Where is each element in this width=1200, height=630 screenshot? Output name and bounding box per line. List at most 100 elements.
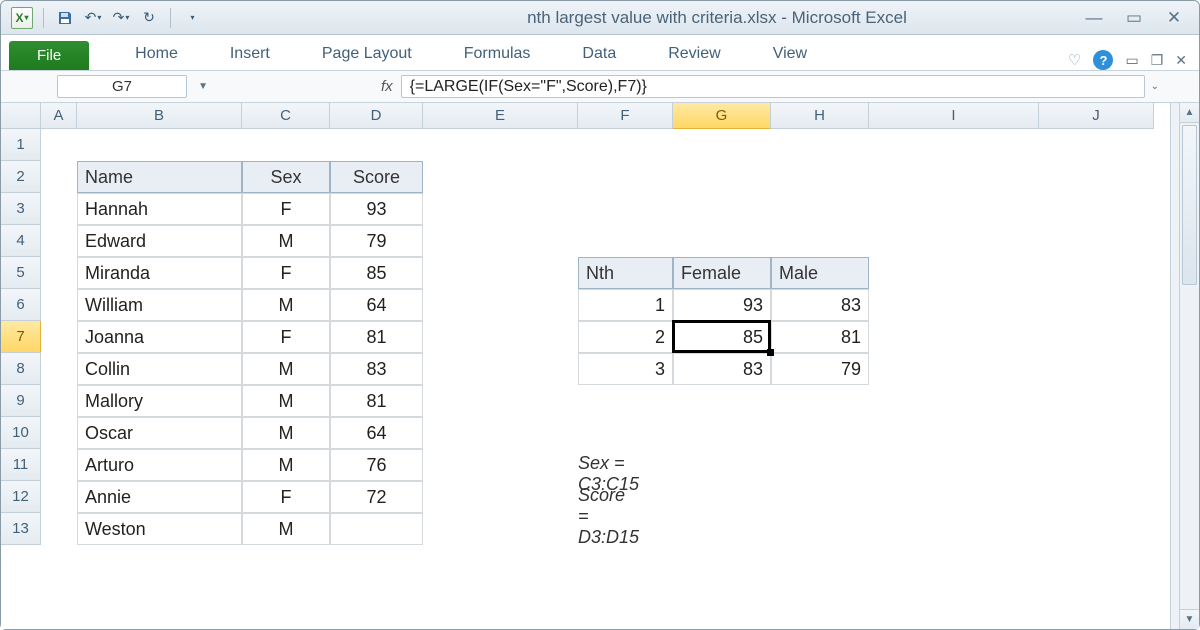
customize-ribbon-icon[interactable]: ♡ [1068,51,1081,69]
main-score-11[interactable]: 76 [330,449,423,481]
result-nth-7[interactable]: 2 [578,321,673,353]
main-header-name[interactable]: Name [77,161,242,193]
main-header-sex[interactable]: Sex [242,161,330,193]
main-name-11[interactable]: Arturo [77,449,242,481]
ribbon-minimize-button[interactable]: ▭ [1125,52,1138,69]
tab-home[interactable]: Home [109,38,204,70]
row-header-2[interactable]: 2 [1,161,41,193]
main-score-9[interactable]: 81 [330,385,423,417]
tab-formulas[interactable]: Formulas [438,38,557,70]
chevron-down-icon[interactable]: ▼ [198,81,208,92]
main-sex-4[interactable]: M [242,225,330,257]
file-tab[interactable]: File [9,41,89,70]
result-male-6[interactable]: 83 [771,289,869,321]
maximize-button[interactable]: ▭ [1123,8,1145,28]
row-header-9[interactable]: 9 [1,385,41,417]
row-header-6[interactable]: 6 [1,289,41,321]
main-name-3[interactable]: Hannah [77,193,242,225]
row-header-1[interactable]: 1 [1,129,41,161]
result-male-8[interactable]: 79 [771,353,869,385]
scroll-thumb[interactable] [1182,125,1197,285]
col-header-G[interactable]: G [673,103,771,129]
main-score-6[interactable]: 64 [330,289,423,321]
tab-pagelayout[interactable]: Page Layout [296,38,438,70]
result-female-8[interactable]: 83 [673,353,771,385]
row-header-13[interactable]: 13 [1,513,41,545]
main-name-7[interactable]: Joanna [77,321,242,353]
row-header-4[interactable]: 4 [1,225,41,257]
vertical-scrollbar[interactable]: ▲ ▼ [1179,103,1199,629]
main-sex-12[interactable]: F [242,481,330,513]
redo-button[interactable]: ↷▾ [110,7,132,29]
tab-data[interactable]: Data [556,38,642,70]
col-header-J[interactable]: J [1039,103,1154,129]
main-sex-8[interactable]: M [242,353,330,385]
main-score-10[interactable]: 64 [330,417,423,449]
name-box[interactable]: G7▼ [57,75,187,98]
workbook-restore-button[interactable]: ❐ [1151,52,1164,69]
result-female-7[interactable]: 85 [673,321,771,353]
main-score-7[interactable]: 81 [330,321,423,353]
help-button[interactable]: ? [1093,50,1113,70]
result-male-7[interactable]: 81 [771,321,869,353]
main-score-3[interactable]: 93 [330,193,423,225]
col-header-I[interactable]: I [869,103,1039,129]
main-name-9[interactable]: Mallory [77,385,242,417]
col-header-C[interactable]: C [242,103,330,129]
main-sex-5[interactable]: F [242,257,330,289]
result-nth-6[interactable]: 1 [578,289,673,321]
minimize-button[interactable]: — [1083,8,1105,28]
main-sex-3[interactable]: F [242,193,330,225]
main-name-8[interactable]: Collin [77,353,242,385]
save-button[interactable] [54,7,76,29]
scroll-up-button[interactable]: ▲ [1180,103,1199,123]
undo-button[interactable]: ↶▾ [82,7,104,29]
main-name-12[interactable]: Annie [77,481,242,513]
vertical-splitter[interactable] [1170,103,1179,629]
tab-view[interactable]: View [747,38,833,70]
repeat-button[interactable]: ↻ [138,7,160,29]
main-sex-10[interactable]: M [242,417,330,449]
result-header-male[interactable]: Male [771,257,869,289]
result-header-nth[interactable]: Nth [578,257,673,289]
row-header-11[interactable]: 11 [1,449,41,481]
main-score-5[interactable]: 85 [330,257,423,289]
close-button[interactable]: ✕ [1163,8,1185,28]
result-female-6[interactable]: 93 [673,289,771,321]
qat-customize-button[interactable]: ▾ [181,7,203,29]
select-all-button[interactable] [1,103,41,129]
fill-handle[interactable] [767,349,774,356]
result-header-female[interactable]: Female [673,257,771,289]
main-sex-9[interactable]: M [242,385,330,417]
main-name-13[interactable]: Weston [77,513,242,545]
main-header-score[interactable]: Score [330,161,423,193]
row-header-5[interactable]: 5 [1,257,41,289]
col-header-D[interactable]: D [330,103,423,129]
row-header-8[interactable]: 8 [1,353,41,385]
worksheet-area[interactable]: ABCDEFGHIJ 12345678910111213 NameSexScor… [1,103,1199,629]
scroll-down-button[interactable]: ▼ [1180,609,1199,629]
row-header-7[interactable]: 7 [1,321,41,353]
main-score-4[interactable]: 79 [330,225,423,257]
col-header-E[interactable]: E [423,103,578,129]
main-name-5[interactable]: Miranda [77,257,242,289]
row-header-10[interactable]: 10 [1,417,41,449]
tab-insert[interactable]: Insert [204,38,296,70]
main-score-12[interactable]: 72 [330,481,423,513]
main-score-13[interactable] [330,513,423,545]
main-sex-11[interactable]: M [242,449,330,481]
col-header-F[interactable]: F [578,103,673,129]
workbook-close-button[interactable]: ✕ [1175,52,1187,69]
row-header-3[interactable]: 3 [1,193,41,225]
main-sex-6[interactable]: M [242,289,330,321]
main-name-4[interactable]: Edward [77,225,242,257]
fx-label[interactable]: fx [381,78,393,95]
main-score-8[interactable]: 83 [330,353,423,385]
tab-review[interactable]: Review [642,38,746,70]
col-header-H[interactable]: H [771,103,869,129]
main-name-6[interactable]: William [77,289,242,321]
main-sex-7[interactable]: F [242,321,330,353]
formula-expand-icon[interactable]: ⌄ [1151,81,1159,92]
result-nth-8[interactable]: 3 [578,353,673,385]
col-header-B[interactable]: B [77,103,242,129]
